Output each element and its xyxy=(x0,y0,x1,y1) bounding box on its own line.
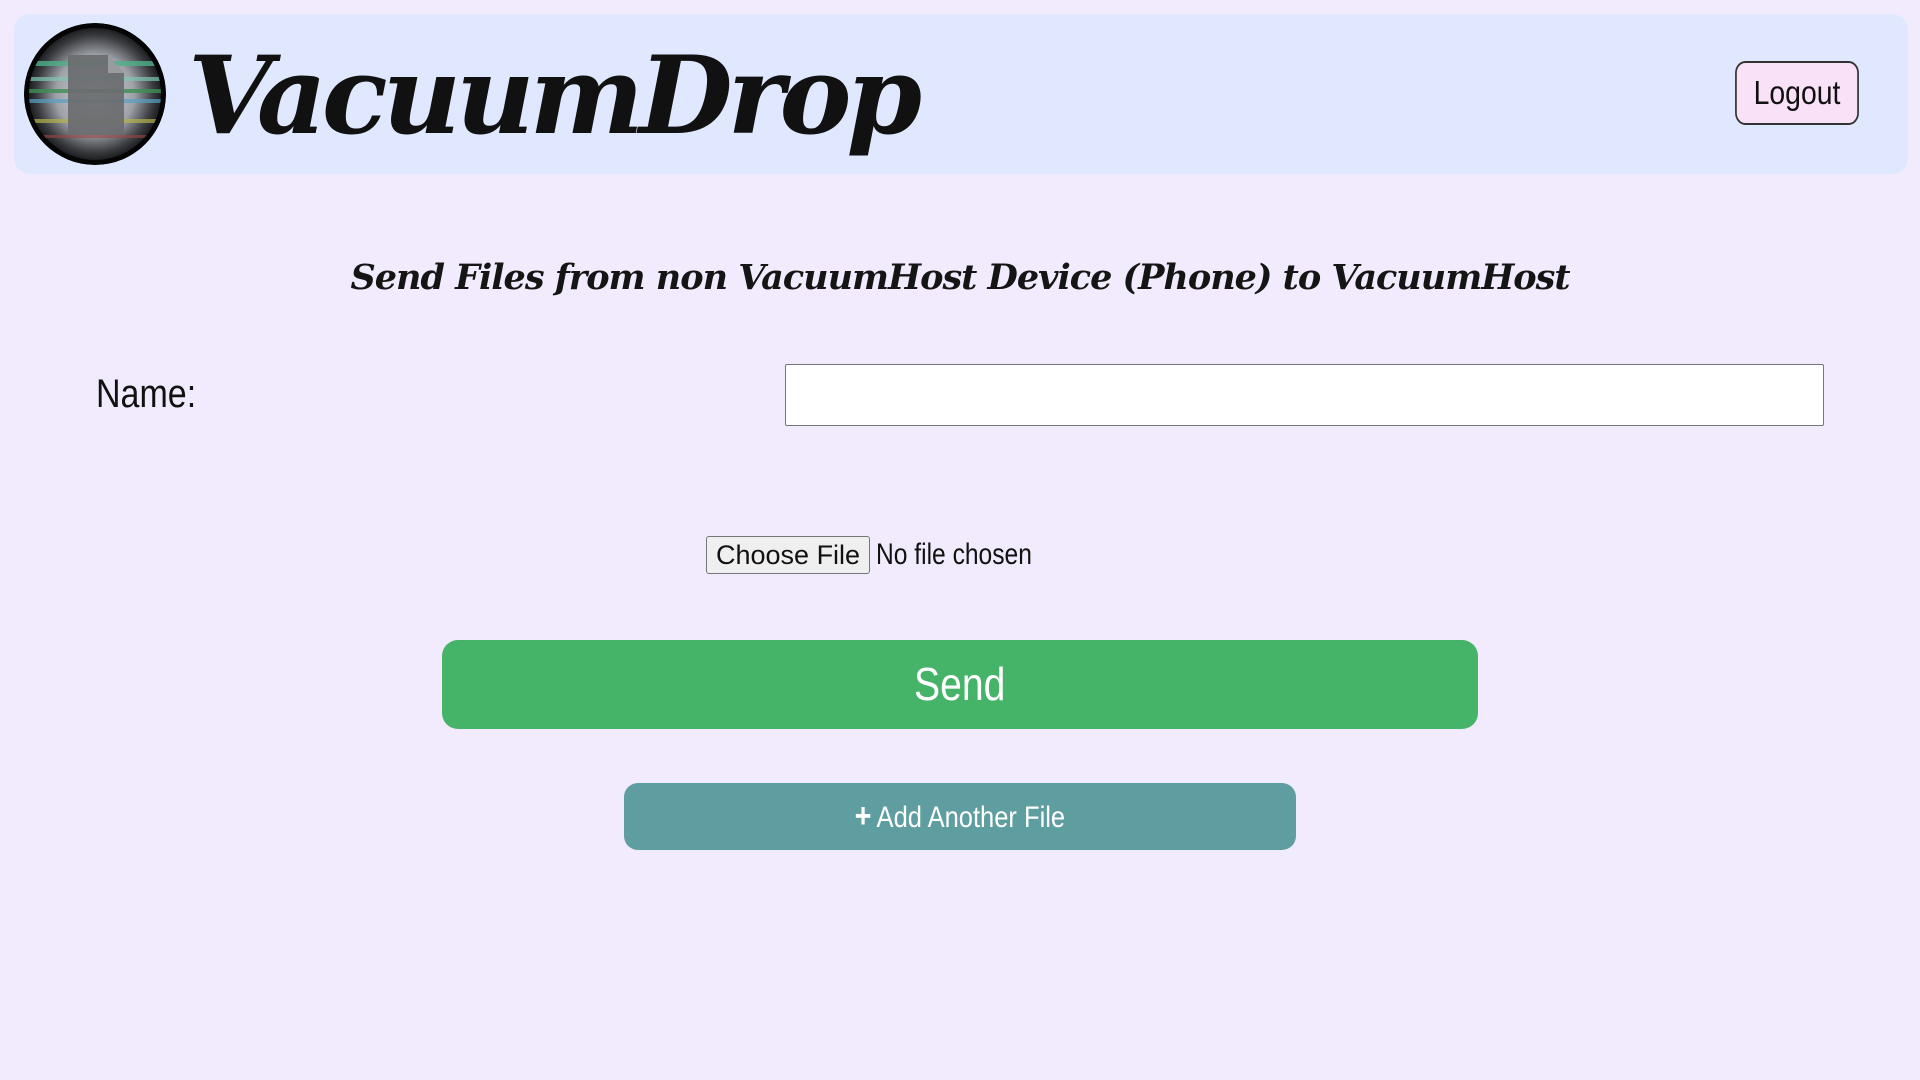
file-lens-logo-icon xyxy=(24,23,166,165)
choose-file-button[interactable]: Choose File xyxy=(706,536,871,574)
file-status-text: No file chosen xyxy=(876,538,1032,571)
page: VacuumDrop Logout Send Files from non Va… xyxy=(0,0,1920,1080)
add-another-file-content: + Add Another File xyxy=(855,783,1066,851)
add-another-file-button[interactable]: + Add Another File xyxy=(624,783,1296,850)
name-label: Name: xyxy=(96,372,197,416)
name-input[interactable] xyxy=(785,364,1824,426)
header-bar: VacuumDrop Logout xyxy=(14,14,1908,174)
plus-icon: + xyxy=(854,797,872,835)
app-title: VacuumDrop xyxy=(188,33,922,159)
logout-button[interactable]: Logout xyxy=(1735,61,1859,125)
send-button[interactable]: Send xyxy=(442,640,1478,729)
send-button-label: Send xyxy=(914,658,1006,710)
add-another-file-label: Add Another File xyxy=(876,801,1066,834)
page-heading: Send Files from non VacuumHost Device (P… xyxy=(350,257,1570,298)
file-chooser: Choose File No file chosen xyxy=(706,535,1066,575)
